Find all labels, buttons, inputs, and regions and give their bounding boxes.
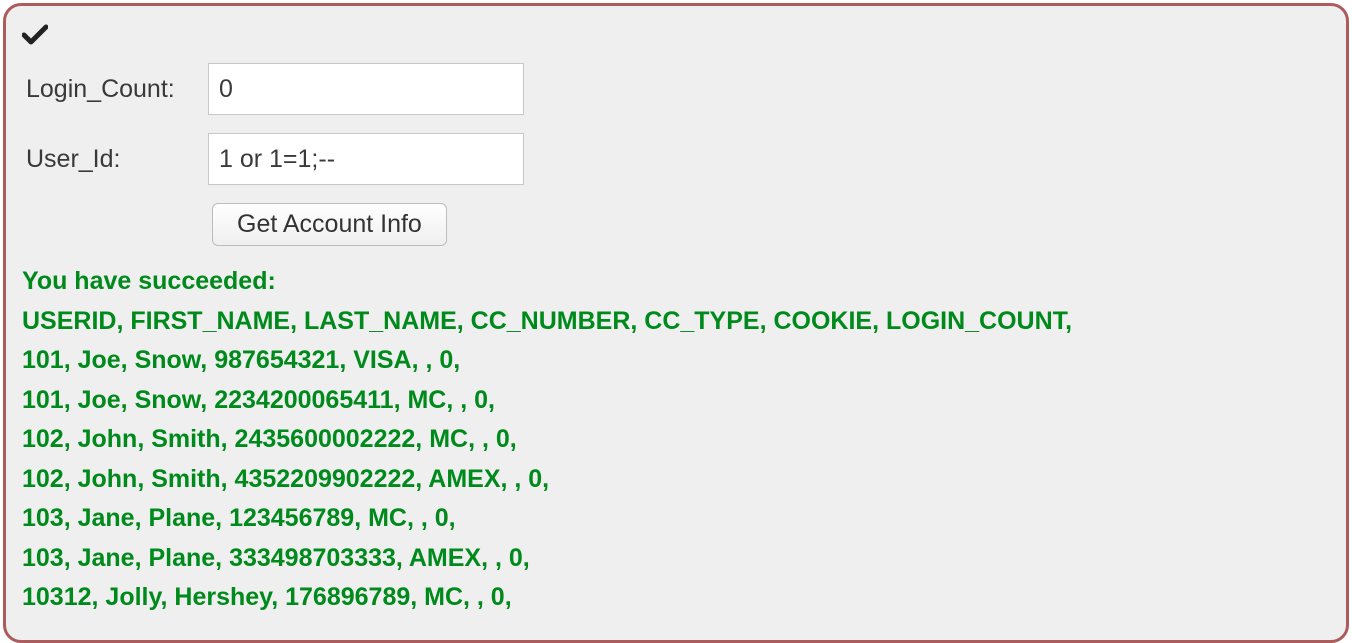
user-id-row: User_Id: bbox=[26, 133, 1330, 185]
form-panel: Login_Count: User_Id: Get Account Info Y… bbox=[3, 3, 1349, 643]
user-id-input[interactable] bbox=[208, 133, 524, 185]
login-count-input[interactable] bbox=[208, 63, 524, 115]
checkmark-icon bbox=[22, 24, 48, 51]
login-count-label: Login_Count: bbox=[26, 75, 208, 104]
result-row: 101, Joe, Snow, 987654321, VISA, , 0, bbox=[22, 341, 1330, 381]
result-row: 103, Jane, Plane, 333498703333, AMEX, , … bbox=[22, 539, 1330, 579]
user-id-label: User_Id: bbox=[26, 145, 208, 174]
result-row: 102, John, Smith, 2435600002222, MC, , 0… bbox=[22, 420, 1330, 460]
result-block: You have succeeded: USERID, FIRST_NAME, … bbox=[22, 262, 1330, 618]
form-area: Login_Count: User_Id: Get Account Info bbox=[26, 63, 1330, 246]
result-columns: USERID, FIRST_NAME, LAST_NAME, CC_NUMBER… bbox=[22, 302, 1330, 342]
result-row: 101, Joe, Snow, 2234200065411, MC, , 0, bbox=[22, 381, 1330, 421]
result-row: 103, Jane, Plane, 123456789, MC, , 0, bbox=[22, 499, 1330, 539]
result-row: 102, John, Smith, 4352209902222, AMEX, ,… bbox=[22, 460, 1330, 500]
result-heading: You have succeeded: bbox=[22, 262, 1330, 302]
result-row: 10312, Jolly, Hershey, 176896789, MC, , … bbox=[22, 578, 1330, 618]
login-count-row: Login_Count: bbox=[26, 63, 1330, 115]
get-account-info-button[interactable]: Get Account Info bbox=[212, 203, 447, 246]
button-row: Get Account Info bbox=[212, 203, 1330, 246]
